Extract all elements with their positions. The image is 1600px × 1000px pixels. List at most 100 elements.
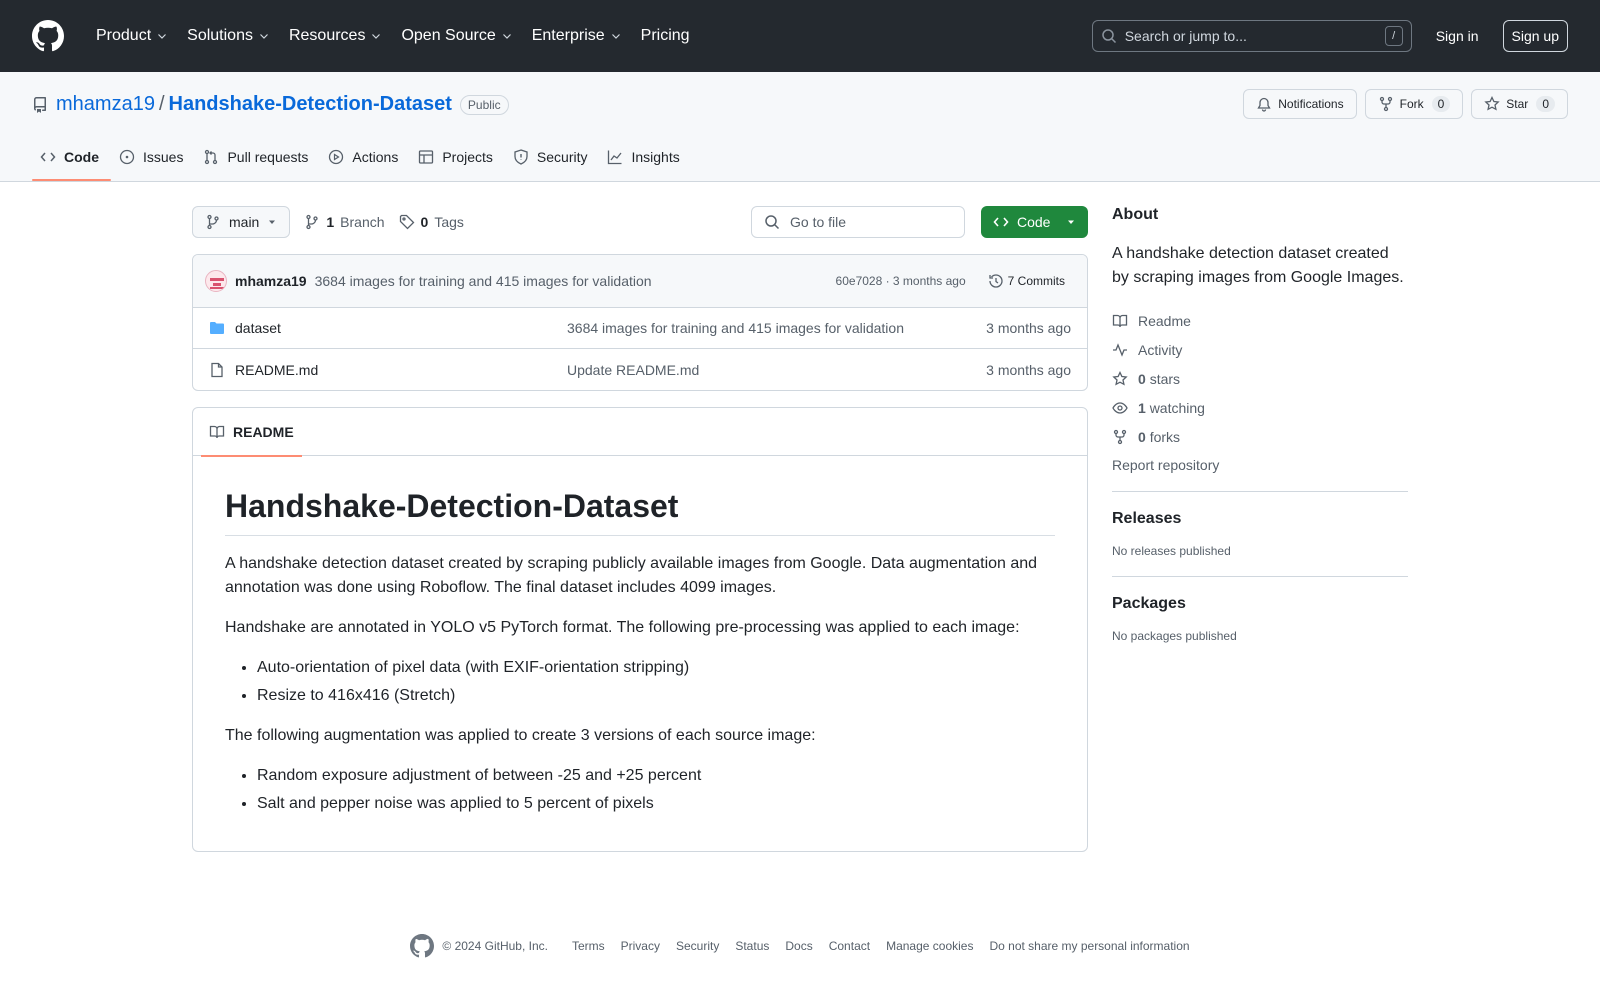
tab-security[interactable]: Security <box>505 133 600 181</box>
branch-name: main <box>229 214 260 230</box>
footer-link-contact[interactable]: Contact <box>829 939 870 953</box>
repo-tabs: Code Issues Pull requests Actions Projects Se… <box>32 133 692 181</box>
commits-link[interactable]: 7 Commits <box>982 273 1071 289</box>
star-icon <box>1484 96 1500 111</box>
search-icon <box>765 215 780 230</box>
nav-item-label: Solutions <box>187 27 253 44</box>
go-to-file-input[interactable]: Go to file <box>751 206 965 238</box>
notifications-label: Notifications <box>1278 97 1344 111</box>
file-toolbar: main 1 Branch 0 Tags Go to file Code <box>192 206 1088 238</box>
repo-name-link[interactable]: Handshake-Detection-Dataset <box>169 93 452 116</box>
file-name-link[interactable]: README.md <box>235 362 567 378</box>
commit-author-link[interactable]: mhamza19 <box>235 273 307 289</box>
packages-heading[interactable]: Packages <box>1112 595 1408 613</box>
repo-header: mhamza19 / Handshake-Detection-Dataset P… <box>0 72 1600 182</box>
file-name-link[interactable]: dataset <box>235 320 567 336</box>
tag-icon <box>399 214 414 230</box>
repo-actions: Notifications Fork 0 Star 0 <box>1243 89 1568 119</box>
nav-enterprise[interactable]: Enterprise <box>524 21 629 51</box>
nav-solutions[interactable]: Solutions <box>179 21 277 51</box>
forks-link[interactable]: 0 forks <box>1112 422 1408 451</box>
site-footer: © 2024 GitHub, Inc. Terms Privacy Security… <box>0 934 1600 958</box>
star-count: 0 <box>1536 96 1555 112</box>
fork-count: 0 <box>1431 96 1451 112</box>
branches-link[interactable]: 1 Branch <box>304 214 385 230</box>
tab-pull-requests[interactable]: Pull requests <box>195 133 320 181</box>
footer-link-privacy[interactable]: Privacy <box>621 939 660 953</box>
commit-meta[interactable]: 60e7028 · 3 months ago <box>836 274 966 288</box>
stars-link[interactable]: 0 stars <box>1112 364 1408 393</box>
readme-link[interactable]: Readme <box>1112 306 1408 335</box>
nav-product[interactable]: Product <box>88 21 175 51</box>
star-button[interactable]: Star 0 <box>1471 89 1568 119</box>
visibility-badge: Public <box>459 94 509 115</box>
footer-link-security[interactable]: Security <box>676 939 719 953</box>
tab-insights[interactable]: Insights <box>599 133 691 181</box>
sidebar-divider <box>1112 491 1408 492</box>
tab-projects[interactable]: Projects <box>410 133 505 181</box>
footer-link-manage-cookies[interactable]: Manage cookies <box>886 939 973 953</box>
tags-link[interactable]: 0 Tags <box>399 214 464 230</box>
nav-open-source[interactable]: Open Source <box>393 21 519 51</box>
nav-pricing[interactable]: Pricing <box>633 21 698 51</box>
book-icon <box>1112 314 1128 327</box>
tab-issues[interactable]: Issues <box>111 133 195 181</box>
graph-icon <box>608 150 622 165</box>
tab-code[interactable]: Code <box>32 133 111 181</box>
tab-label: Insights <box>631 149 680 165</box>
fork-button[interactable]: Fork 0 <box>1364 89 1464 119</box>
file-age: 3 months ago <box>986 320 1071 336</box>
go-to-file-placeholder: Go to file <box>790 214 847 230</box>
watching-link[interactable]: 1 watching <box>1112 393 1408 422</box>
code-button[interactable]: Code <box>981 206 1088 238</box>
stars-label: stars <box>1149 370 1181 387</box>
footer-link-docs[interactable]: Docs <box>785 939 812 953</box>
packages-empty-text: No packages published <box>1112 629 1237 643</box>
notifications-button[interactable]: Notifications <box>1243 89 1357 119</box>
tab-actions[interactable]: Actions <box>320 133 410 181</box>
footer-link-do-not-share-my-personal-information[interactable]: Do not share my personal information <box>989 939 1189 953</box>
pulse-icon <box>1113 342 1127 357</box>
code-button-label: Code <box>1017 214 1051 230</box>
chevron-down-icon <box>372 34 381 39</box>
nav-resources[interactable]: Resources <box>281 21 389 51</box>
list-item: Resize to 416x416 (Stretch) <box>257 684 1055 708</box>
tab-label: Pull requests <box>227 149 309 165</box>
file-row: README.md Update README.md 3 months ago <box>193 349 1087 390</box>
branch-icon <box>306 214 319 230</box>
global-search-input[interactable]: Search or jump to... / <box>1091 20 1412 52</box>
file-icon <box>211 362 223 377</box>
bell-icon <box>1257 97 1271 112</box>
pull-request-icon <box>205 149 218 165</box>
readme-tab[interactable]: README <box>201 408 302 457</box>
sign-in-link[interactable]: Sign in <box>1436 28 1479 44</box>
sign-up-button[interactable]: Sign up <box>1502 20 1568 52</box>
branch-count: 1 <box>326 214 335 230</box>
github-mark-icon[interactable] <box>410 934 435 958</box>
latest-commit-row: mhamza19 3684 images for training and 41… <box>193 255 1087 308</box>
avatar[interactable] <box>205 270 227 292</box>
repo-icon <box>34 96 46 113</box>
caret-down-icon <box>269 220 276 224</box>
footer-link-status[interactable]: Status <box>735 939 769 953</box>
tag-label: Tags <box>434 214 464 230</box>
file-row: dataset 3684 images for training and 415 … <box>193 308 1087 349</box>
report-repository-link[interactable]: Report repository <box>1112 457 1408 473</box>
issue-icon <box>119 149 135 165</box>
repo-owner-link[interactable]: mhamza19 <box>56 93 155 116</box>
commit-message-link[interactable]: 3684 images for training and 415 images … <box>315 273 652 289</box>
file-commit-message[interactable]: Update README.md <box>567 362 699 378</box>
releases-empty-text: No releases published <box>1112 544 1231 558</box>
releases-heading[interactable]: Releases <box>1112 510 1408 528</box>
file-age: 3 months ago <box>986 361 1071 378</box>
nav-item-label: Open Source <box>401 27 496 44</box>
code-icon <box>40 152 56 162</box>
file-commit-message[interactable]: 3684 images for training and 415 images … <box>567 320 904 336</box>
footer-link-terms[interactable]: Terms <box>572 939 605 953</box>
github-logo-icon[interactable] <box>32 20 64 52</box>
activity-link[interactable]: Activity <box>1112 335 1408 364</box>
branch-selector[interactable]: main <box>192 206 291 238</box>
table-icon <box>419 150 434 164</box>
global-header: Product Solutions Resources Open Source Ente… <box>0 0 1600 72</box>
commits-label: 7 Commits <box>1007 274 1065 288</box>
